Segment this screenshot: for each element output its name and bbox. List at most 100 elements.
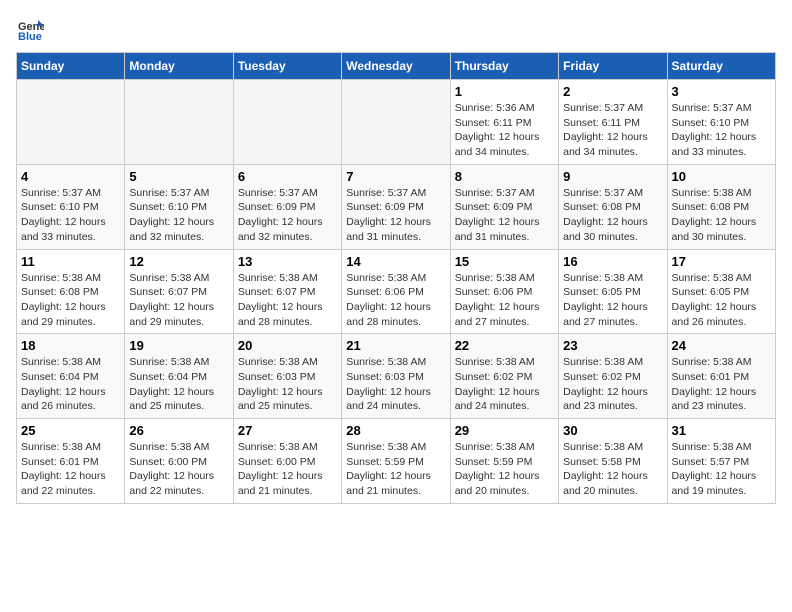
day-info: Sunrise: 5:38 AM Sunset: 6:01 PM Dayligh…: [21, 440, 120, 499]
day-info: Sunrise: 5:38 AM Sunset: 6:06 PM Dayligh…: [346, 271, 445, 330]
calendar-cell: 12Sunrise: 5:38 AM Sunset: 6:07 PM Dayli…: [125, 249, 233, 334]
weekday-header-sunday: Sunday: [17, 53, 125, 80]
day-number: 15: [455, 254, 554, 269]
calendar-cell: 13 Sunrise: 5:38 AM Sunset: 6:07 PM Dayli…: [233, 249, 341, 334]
day-info: Sunrise: 5:36 AM Sunset: 6:11 PM Dayligh…: [455, 101, 554, 160]
calendar-cell: 16 Sunrise: 5:38 AM Sunset: 6:05 PM Dayli…: [559, 249, 667, 334]
day-number: 7: [346, 169, 445, 184]
day-info: Sunrise: 5:38 AM Sunset: 6:07 PM Dayligh…: [129, 271, 228, 330]
calendar-cell: [125, 80, 233, 165]
weekday-header-friday: Friday: [559, 53, 667, 80]
day-number: 14: [346, 254, 445, 269]
day-info: Sunrise: 5:38 AM Sunset: 6:00 PM Dayligh…: [129, 440, 228, 499]
weekday-header-saturday: Saturday: [667, 53, 775, 80]
day-info: Sunrise: 5:38 AM Sunset: 6:08 PM Dayligh…: [21, 271, 120, 330]
calendar-cell: 9Sunrise: 5:37 AM Sunset: 6:08 PM Daylig…: [559, 164, 667, 249]
week-row-5: 25 Sunrise: 5:38 AM Sunset: 6:01 PM Dayli…: [17, 419, 776, 504]
day-number: 5: [129, 169, 228, 184]
calendar-cell: 31 Sunrise: 5:38 AM Sunset: 5:57 PM Dayli…: [667, 419, 775, 504]
logo: General Blue: [16, 16, 48, 44]
day-number: 1: [455, 84, 554, 99]
calendar-cell: 25 Sunrise: 5:38 AM Sunset: 6:01 PM Dayli…: [17, 419, 125, 504]
day-number: 16: [563, 254, 662, 269]
calendar-cell: 10 Sunrise: 5:38 AM Sunset: 6:08 PM Dayli…: [667, 164, 775, 249]
day-info: Sunrise: 5:38 AM Sunset: 6:06 PM Dayligh…: [455, 271, 554, 330]
day-number: 13: [238, 254, 337, 269]
day-number: 21: [346, 338, 445, 353]
day-number: 8: [455, 169, 554, 184]
day-info: Sunrise: 5:37 AM Sunset: 6:10 PM Dayligh…: [672, 101, 771, 160]
weekday-header-row: SundayMondayTuesdayWednesdayThursdayFrid…: [17, 53, 776, 80]
day-info: Sunrise: 5:38 AM Sunset: 5:58 PM Dayligh…: [563, 440, 662, 499]
day-info: Sunrise: 5:38 AM Sunset: 6:08 PM Dayligh…: [672, 186, 771, 245]
day-info: Sunrise: 5:38 AM Sunset: 6:02 PM Dayligh…: [455, 355, 554, 414]
day-info: Sunrise: 5:37 AM Sunset: 6:09 PM Dayligh…: [346, 186, 445, 245]
day-info: Sunrise: 5:38 AM Sunset: 6:04 PM Dayligh…: [21, 355, 120, 414]
day-number: 4: [21, 169, 120, 184]
calendar-cell: 17 Sunrise: 5:38 AM Sunset: 6:05 PM Dayli…: [667, 249, 775, 334]
day-info: Sunrise: 5:37 AM Sunset: 6:10 PM Dayligh…: [129, 186, 228, 245]
week-row-4: 18 Sunrise: 5:38 AM Sunset: 6:04 PM Dayli…: [17, 334, 776, 419]
day-number: 29: [455, 423, 554, 438]
calendar-cell: 2Sunrise: 5:37 AM Sunset: 6:11 PM Daylig…: [559, 80, 667, 165]
day-number: 3: [672, 84, 771, 99]
calendar-cell: [342, 80, 450, 165]
week-row-2: 4 Sunrise: 5:37 AM Sunset: 6:10 PM Daylig…: [17, 164, 776, 249]
calendar-cell: 11Sunrise: 5:38 AM Sunset: 6:08 PM Dayli…: [17, 249, 125, 334]
logo-icon: General Blue: [16, 16, 44, 44]
day-number: 2: [563, 84, 662, 99]
day-info: Sunrise: 5:38 AM Sunset: 6:03 PM Dayligh…: [346, 355, 445, 414]
calendar-cell: 23 Sunrise: 5:38 AM Sunset: 6:02 PM Dayli…: [559, 334, 667, 419]
day-number: 17: [672, 254, 771, 269]
calendar-cell: 29 Sunrise: 5:38 AM Sunset: 5:59 PM Dayli…: [450, 419, 558, 504]
calendar-table: SundayMondayTuesdayWednesdayThursdayFrid…: [16, 52, 776, 504]
day-info: Sunrise: 5:38 AM Sunset: 6:02 PM Dayligh…: [563, 355, 662, 414]
calendar-cell: 3 Sunrise: 5:37 AM Sunset: 6:10 PM Daylig…: [667, 80, 775, 165]
day-number: 31: [672, 423, 771, 438]
day-number: 23: [563, 338, 662, 353]
day-number: 18: [21, 338, 120, 353]
calendar-cell: 27Sunrise: 5:38 AM Sunset: 6:00 PM Dayli…: [233, 419, 341, 504]
calendar-cell: 6 Sunrise: 5:37 AM Sunset: 6:09 PM Daylig…: [233, 164, 341, 249]
page-header: General Blue: [16, 16, 776, 44]
calendar-cell: 7 Sunrise: 5:37 AM Sunset: 6:09 PM Daylig…: [342, 164, 450, 249]
day-info: Sunrise: 5:37 AM Sunset: 6:10 PM Dayligh…: [21, 186, 120, 245]
calendar-cell: 24 Sunrise: 5:38 AM Sunset: 6:01 PM Dayli…: [667, 334, 775, 419]
calendar-cell: 19 Sunrise: 5:38 AM Sunset: 6:04 PM Dayli…: [125, 334, 233, 419]
calendar-cell: 26 Sunrise: 5:38 AM Sunset: 6:00 PM Dayli…: [125, 419, 233, 504]
calendar-cell: 22 Sunrise: 5:38 AM Sunset: 6:02 PM Dayli…: [450, 334, 558, 419]
day-info: Sunrise: 5:38 AM Sunset: 5:59 PM Dayligh…: [346, 440, 445, 499]
day-info: Sunrise: 5:38 AM Sunset: 5:59 PM Dayligh…: [455, 440, 554, 499]
calendar-cell: 18 Sunrise: 5:38 AM Sunset: 6:04 PM Dayli…: [17, 334, 125, 419]
day-info: Sunrise: 5:38 AM Sunset: 6:05 PM Dayligh…: [672, 271, 771, 330]
calendar-cell: 30 Sunrise: 5:38 AM Sunset: 5:58 PM Dayli…: [559, 419, 667, 504]
weekday-header-monday: Monday: [125, 53, 233, 80]
day-info: Sunrise: 5:38 AM Sunset: 6:07 PM Dayligh…: [238, 271, 337, 330]
day-number: 9: [563, 169, 662, 184]
calendar-cell: 1 Sunrise: 5:36 AM Sunset: 6:11 PM Daylig…: [450, 80, 558, 165]
calendar-cell: 28Sunrise: 5:38 AM Sunset: 5:59 PM Dayli…: [342, 419, 450, 504]
svg-text:Blue: Blue: [18, 31, 42, 43]
calendar-cell: [17, 80, 125, 165]
day-number: 10: [672, 169, 771, 184]
day-number: 24: [672, 338, 771, 353]
day-number: 6: [238, 169, 337, 184]
calendar-cell: 4 Sunrise: 5:37 AM Sunset: 6:10 PM Daylig…: [17, 164, 125, 249]
day-info: Sunrise: 5:38 AM Sunset: 5:57 PM Dayligh…: [672, 440, 771, 499]
calendar-cell: 15 Sunrise: 5:38 AM Sunset: 6:06 PM Dayli…: [450, 249, 558, 334]
day-info: Sunrise: 5:37 AM Sunset: 6:09 PM Dayligh…: [238, 186, 337, 245]
day-info: Sunrise: 5:38 AM Sunset: 6:05 PM Dayligh…: [563, 271, 662, 330]
day-number: 22: [455, 338, 554, 353]
day-number: 19: [129, 338, 228, 353]
calendar-cell: 20Sunrise: 5:38 AM Sunset: 6:03 PM Dayli…: [233, 334, 341, 419]
day-info: Sunrise: 5:37 AM Sunset: 6:09 PM Dayligh…: [455, 186, 554, 245]
day-number: 30: [563, 423, 662, 438]
day-number: 25: [21, 423, 120, 438]
calendar-cell: 14 Sunrise: 5:38 AM Sunset: 6:06 PM Dayli…: [342, 249, 450, 334]
day-info: Sunrise: 5:38 AM Sunset: 6:01 PM Dayligh…: [672, 355, 771, 414]
weekday-header-wednesday: Wednesday: [342, 53, 450, 80]
day-number: 26: [129, 423, 228, 438]
day-info: Sunrise: 5:38 AM Sunset: 6:00 PM Dayligh…: [238, 440, 337, 499]
day-info: Sunrise: 5:38 AM Sunset: 6:04 PM Dayligh…: [129, 355, 228, 414]
week-row-1: 1 Sunrise: 5:36 AM Sunset: 6:11 PM Daylig…: [17, 80, 776, 165]
